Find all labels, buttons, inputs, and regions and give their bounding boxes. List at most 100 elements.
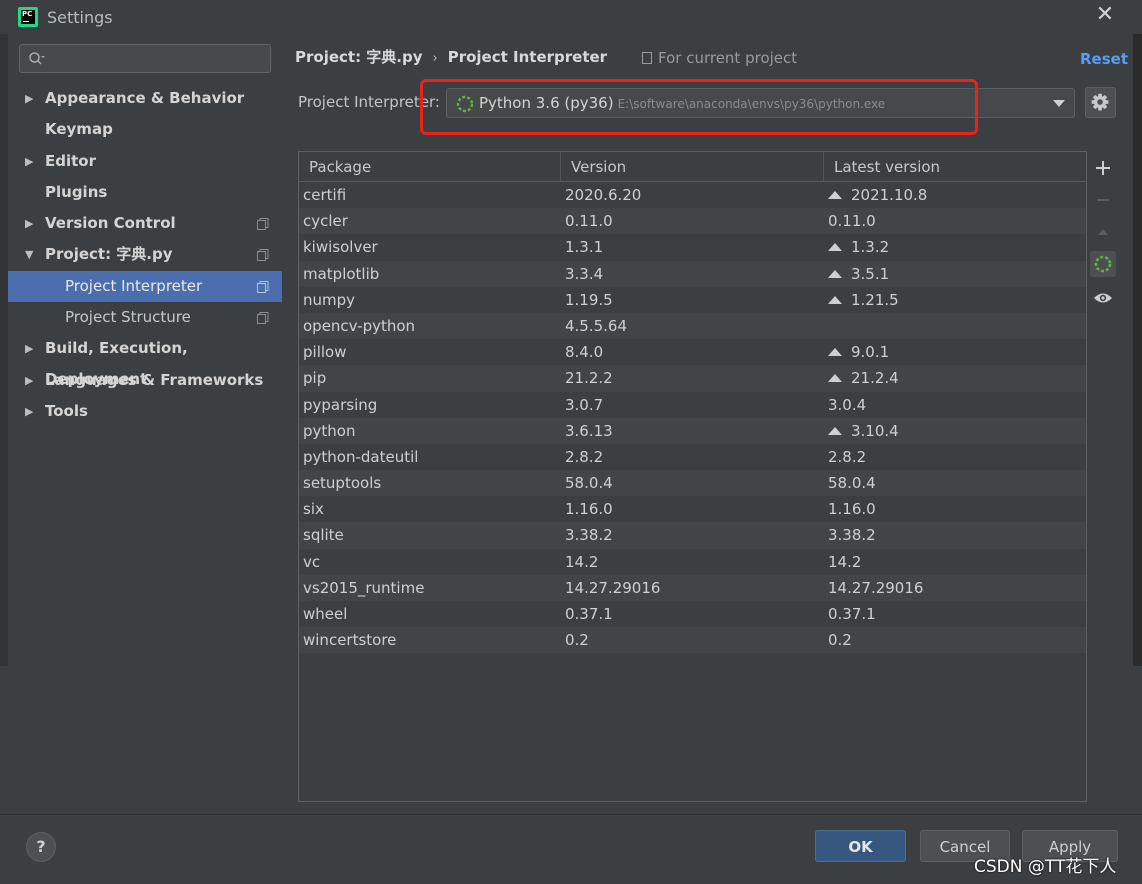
table-row[interactable]: setuptools 58.0.4 58.0.4 [299,470,1086,497]
latest-version-cell: 14.2 [828,549,861,575]
package-name-cell: numpy [303,290,356,309]
sidebar-item-editor[interactable]: ▶ Editor [8,146,282,177]
footer-divider [0,814,1142,815]
interpreter-settings-button[interactable] [1085,87,1116,118]
table-row[interactable]: numpy 1.19.5 1.21.5 [299,287,1086,313]
table-row[interactable]: wheel 0.37.1 0.37.1 [299,601,1086,627]
settings-search-input[interactable] [19,44,271,73]
table-row[interactable]: pillow 8.4.0 9.0.1 [299,339,1086,365]
sidebar-item-keymap[interactable]: Keymap [8,114,282,145]
version-cell: 3.6.13 [565,421,613,440]
package-name-cell: wincertstore [303,631,397,650]
table-row[interactable]: matplotlib 3.3.4 3.5.1 [299,260,1086,287]
collapse-arrow-icon[interactable]: ▼ [25,239,33,270]
remove-package-icon[interactable] [1090,187,1116,213]
upgrade-package-icon[interactable] [1090,219,1116,245]
latest-version-cell: 3.0.4 [828,392,866,418]
table-row[interactable]: cycler 0.11.0 0.11.0 [299,208,1086,235]
version-cell: 0.11.0 [565,212,613,231]
latest-version-cell: 1.21.5 [828,287,899,313]
version-cell: 1.16.0 [565,500,613,519]
package-name-cell: matplotlib [303,264,380,283]
sidebar-item-project[interactable]: ▼ Project: 字典.py [8,239,282,270]
expand-arrow-icon[interactable]: ▶ [25,396,33,427]
package-name-cell: pyparsing [303,395,378,414]
version-cell: 0.37.1 [565,605,613,623]
expand-arrow-icon[interactable]: ▶ [25,208,33,239]
sidebar-item-project-interpreter[interactable]: Project Interpreter [8,270,282,303]
sidebar-item-version-control[interactable]: ▶ Version Control [8,208,282,239]
expand-arrow-icon[interactable]: ▶ [25,83,33,114]
latest-version-text: 0.2 [828,631,852,650]
version-cell: 14.27.29016 [565,578,661,597]
loading-spinner-icon[interactable] [1090,251,1116,277]
package-name-cell: sqlite [303,526,344,545]
column-header-version[interactable]: Version [561,152,824,182]
latest-version-text: 1.21.5 [851,290,899,309]
sidebar-item-appearance[interactable]: ▶ Appearance & Behavior [8,83,282,114]
highlight-annotation-box [420,79,978,135]
latest-version-text: 1.3.2 [851,238,890,257]
sidebar-item-tools[interactable]: ▶ Tools [8,396,282,427]
table-row[interactable]: opencv-python 4.5.5.64 [299,312,1086,340]
sidebar-item-build[interactable]: ▶ Build, Execution, Deployment [8,333,282,388]
expand-arrow-icon[interactable]: ▶ [25,333,33,364]
latest-version-text: 0.11.0 [828,212,876,231]
table-row[interactable]: certifi 2020.6.20 2021.10.8 [299,182,1086,208]
upgrade-available-icon [828,348,842,357]
latest-version-cell: 21.2.4 [828,365,899,391]
version-cell: 3.3.4 [565,264,604,283]
project-scope-icon [257,280,269,293]
latest-version-text: 58.0.4 [828,474,876,493]
sidebar-item-project-structure[interactable]: Project Structure [8,302,282,333]
upgrade-available-icon [828,426,842,435]
close-icon[interactable]: ✕ [1094,4,1116,26]
settings-sidebar: ▶ Appearance & Behavior Keymap ▶ Editor … [8,34,282,814]
version-cell: 0.2 [565,631,589,650]
sidebar-item-plugins[interactable]: Plugins [8,177,282,208]
version-cell: 1.19.5 [565,290,613,309]
latest-version-cell: 14.27.29016 [828,575,923,601]
package-name-cell: setuptools [303,474,382,493]
table-row[interactable]: pyparsing 3.0.7 3.0.4 [299,392,1086,418]
table-row[interactable]: kiwisolver 1.3.1 1.3.2 [299,234,1086,260]
add-package-icon[interactable] [1090,155,1116,181]
table-row[interactable]: six 1.16.0 1.16.0 [299,496,1086,522]
window-title: Settings [47,8,113,27]
latest-version-text: 14.2 [828,552,862,571]
sidebar-item-label: Plugins [45,182,108,201]
table-row[interactable]: python-dateutil 2.8.2 2.8.2 [299,444,1086,470]
latest-version-text: 9.0.1 [851,343,890,362]
help-button[interactable]: ? [26,832,56,862]
table-row[interactable]: sqlite 3.38.2 3.38.2 [299,522,1086,549]
table-row[interactable]: pip 21.2.2 21.2.4 [299,365,1086,392]
latest-version-cell: 2021.10.8 [828,182,927,208]
column-header-latest[interactable]: Latest version [824,152,1086,182]
latest-version-cell: 0.2 [828,627,852,653]
reset-link[interactable]: Reset [1080,50,1128,68]
sidebar-item-label: Keymap [45,120,113,139]
ok-button[interactable]: OK [815,830,906,862]
table-row[interactable]: vc 14.2 14.2 [299,549,1086,575]
expand-arrow-icon[interactable]: ▶ [25,146,33,177]
settings-content: Project: 字典.py › Project Interpreter For c… [282,34,1142,814]
package-name-cell: pip [303,369,327,388]
version-cell: 2.8.2 [565,447,604,466]
table-row[interactable]: wincertstore 0.2 0.2 [299,627,1086,654]
breadcrumb-page: Project Interpreter [447,48,608,66]
version-cell: 4.5.5.64 [565,316,628,335]
column-header-package[interactable]: Package [299,152,561,182]
table-row[interactable]: vs2015_runtime 14.27.29016 14.27.29016 [299,574,1086,601]
dropdown-arrow-icon[interactable] [1053,100,1065,107]
expand-arrow-icon[interactable]: ▶ [25,365,33,396]
latest-version-cell: 58.0.4 [828,470,876,496]
latest-version-text: 2.8.2 [828,447,867,466]
version-cell: 2020.6.20 [565,186,642,204]
latest-version-text: 3.10.4 [851,421,899,440]
table-row[interactable]: python 3.6.13 3.10.4 [299,417,1086,444]
latest-version-cell: 3.10.4 [828,418,899,444]
sidebar-item-languages[interactable]: ▶ Languages & Frameworks [8,365,282,396]
latest-version-cell: 9.0.1 [828,339,889,365]
version-cell: 1.3.1 [565,238,604,257]
eye-icon[interactable] [1090,285,1116,311]
